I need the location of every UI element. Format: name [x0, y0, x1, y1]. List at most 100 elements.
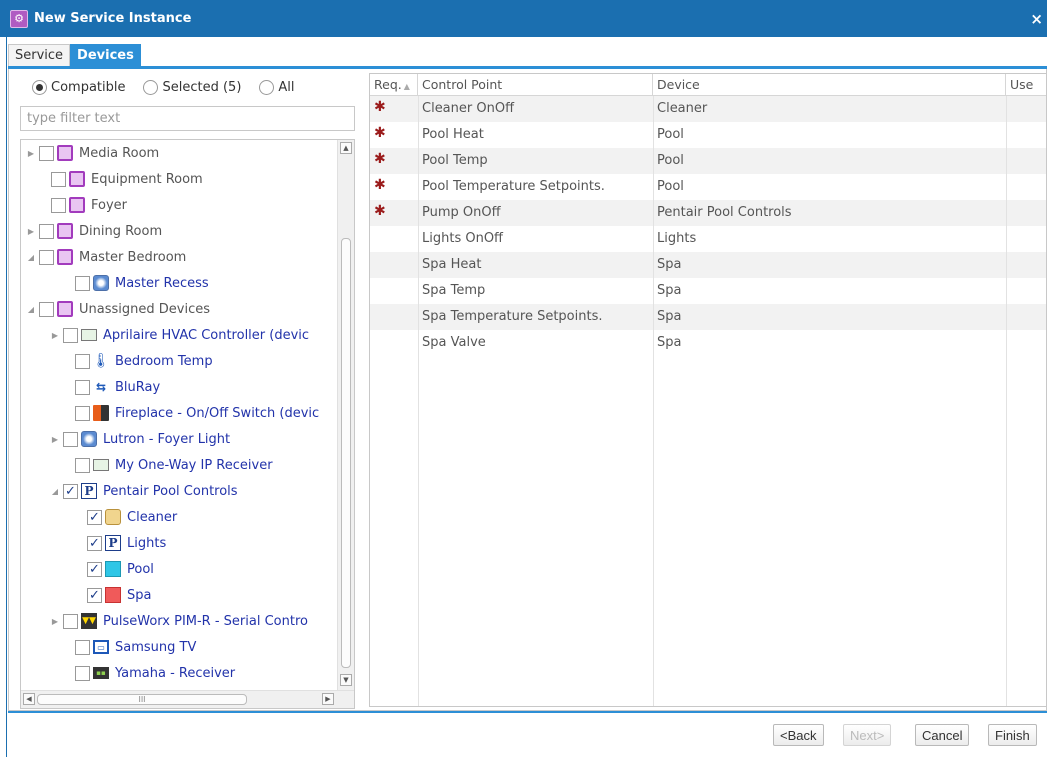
expand-arrow-icon[interactable]: ▶ — [49, 331, 61, 340]
tree-checkbox[interactable] — [75, 379, 90, 395]
tree-node[interactable]: ▶ Lutron - Foyer Light — [49, 426, 230, 452]
tree-checkbox[interactable] — [63, 327, 78, 343]
grid-row[interactable]: ✱ Cleaner OnOff Cleaner — [370, 96, 1046, 122]
grid-row[interactable]: ✱ Pool Temperature Setpoints. Pool — [370, 174, 1046, 200]
tree-node[interactable]: ◢ ✓ P Pentair Pool Controls — [49, 478, 238, 504]
expand-arrow-icon[interactable]: ▶ — [25, 227, 37, 236]
grid-row[interactable]: Lights OnOff Lights — [370, 226, 1046, 252]
grid-row[interactable]: Spa Heat Spa — [370, 252, 1046, 278]
tree-checkbox[interactable] — [39, 223, 54, 239]
radio-compatible[interactable]: Compatible — [32, 79, 125, 95]
use-cell[interactable] — [1006, 122, 1046, 148]
scroll-right-icon[interactable]: ▶ — [322, 693, 334, 705]
grid-row[interactable]: Spa Valve Spa — [370, 330, 1046, 356]
radio-selected[interactable]: Selected (5) — [143, 79, 241, 95]
collapse-arrow-icon[interactable]: ◢ — [25, 305, 37, 314]
column-header-use[interactable]: Use — [1006, 74, 1046, 95]
collapse-arrow-icon[interactable]: ◢ — [49, 487, 61, 496]
radio-all[interactable]: All — [259, 79, 295, 95]
expand-arrow-icon[interactable]: ▶ — [25, 149, 37, 158]
tree-checkbox[interactable]: ✓ — [87, 509, 102, 525]
tree-node[interactable]: Fireplace - On/Off Switch (devic — [61, 400, 319, 426]
back-button[interactable]: <Back — [773, 724, 824, 746]
use-cell[interactable] — [1006, 96, 1046, 122]
tree-checkbox[interactable] — [51, 171, 66, 187]
tree-checkbox[interactable] — [75, 405, 90, 421]
radio-button[interactable] — [143, 79, 159, 95]
tree-checkbox[interactable] — [75, 353, 90, 369]
tab-bar: Service Devices — [8, 44, 141, 66]
grid-row[interactable]: ✱ Pump OnOff Pentair Pool Controls — [370, 200, 1046, 226]
tree-node[interactable]: ▶ Aprilaire HVAC Controller (devic — [49, 322, 309, 348]
required-asterisk-icon: ✱ — [374, 177, 386, 193]
collapse-arrow-icon[interactable]: ◢ — [25, 253, 37, 262]
tree-checkbox[interactable]: ✓ — [87, 535, 102, 551]
tree-node[interactable]: ⇆ BluRay — [61, 374, 160, 400]
scroll-down-icon[interactable]: ▼ — [340, 674, 352, 686]
tree-node[interactable]: ▶ ▼▼ PulseWorx PIM-R - Serial Contro — [49, 608, 308, 634]
use-cell[interactable] — [1006, 148, 1046, 174]
tree-node[interactable]: ◢ Master Bedroom — [25, 244, 186, 270]
use-cell[interactable] — [1006, 304, 1046, 330]
grid-row[interactable]: Spa Temp Spa — [370, 278, 1046, 304]
tree-node[interactable]: ▪▪ Yamaha - Receiver — [61, 660, 235, 686]
scroll-left-icon[interactable]: ◀ — [23, 693, 35, 705]
tree-horizontal-scrollbar[interactable]: ◀ III ▶ — [21, 690, 354, 708]
tree-node[interactable]: ✓ Pool — [73, 556, 154, 582]
tree-node[interactable]: ✓ Cleaner — [73, 504, 177, 530]
scroll-thumb[interactable] — [341, 238, 351, 668]
tree-node[interactable]: My One-Way IP Receiver — [61, 452, 273, 478]
tree-node[interactable]: Equipment Room — [37, 166, 203, 192]
tab-service[interactable]: Service — [8, 44, 71, 66]
finish-button[interactable]: Finish — [988, 724, 1037, 746]
tree-node[interactable]: ◢ Unassigned Devices — [25, 296, 210, 322]
next-button[interactable]: Next> — [843, 724, 892, 746]
tree-checkbox[interactable] — [39, 249, 54, 265]
tree-checkbox[interactable] — [39, 301, 54, 317]
close-icon[interactable]: × — [1030, 10, 1043, 28]
cancel-button[interactable]: Cancel — [915, 724, 970, 746]
use-cell[interactable] — [1006, 226, 1046, 252]
tree-node[interactable]: ▶ Media Room — [25, 140, 159, 166]
tree-node[interactable]: ▭ Samsung TV — [61, 634, 196, 660]
spa-icon — [105, 587, 121, 603]
tree-checkbox[interactable] — [39, 145, 54, 161]
tree-checkbox[interactable]: ✓ — [87, 561, 102, 577]
scroll-up-icon[interactable]: ▲ — [340, 142, 352, 154]
use-cell[interactable] — [1006, 174, 1046, 200]
grid-row[interactable]: ✱ Pool Heat Pool — [370, 122, 1046, 148]
tree-checkbox[interactable] — [75, 639, 90, 655]
use-cell[interactable] — [1006, 278, 1046, 304]
column-header-control-point[interactable]: Control Point — [418, 74, 653, 95]
tree-checkbox[interactable] — [75, 275, 90, 291]
tree-vertical-scrollbar[interactable]: ▲ ▼ — [337, 140, 354, 690]
tree-checkbox[interactable]: ✓ — [87, 587, 102, 603]
radio-button[interactable] — [259, 79, 275, 95]
tree-checkbox[interactable]: ✓ — [63, 483, 78, 499]
grid-row[interactable]: ✱ Pool Temp Pool — [370, 148, 1046, 174]
radio-button[interactable] — [32, 79, 47, 95]
tree-node[interactable]: 🌡 Bedroom Temp — [61, 348, 213, 374]
tree-checkbox[interactable] — [75, 665, 90, 681]
use-cell[interactable] — [1006, 200, 1046, 226]
grid-row[interactable]: Spa Temperature Setpoints. Spa — [370, 304, 1046, 330]
scroll-thumb[interactable]: III — [37, 694, 247, 705]
tree-node[interactable]: ✓ P Lights — [73, 530, 166, 556]
tree-node[interactable]: ✓ Spa — [73, 582, 151, 608]
tree-node[interactable]: Foyer — [37, 192, 127, 218]
tree-node-label: Spa — [127, 587, 152, 603]
tree-node[interactable]: Master Recess — [61, 270, 209, 296]
use-cell[interactable] — [1006, 252, 1046, 278]
tab-devices[interactable]: Devices — [70, 44, 141, 66]
tree-checkbox[interactable] — [63, 431, 78, 447]
tree-checkbox[interactable] — [63, 613, 78, 629]
tree-checkbox[interactable] — [75, 457, 90, 473]
tree-checkbox[interactable] — [51, 197, 66, 213]
tree-node[interactable]: ▶ Dining Room — [25, 218, 162, 244]
column-header-device[interactable]: Device — [653, 74, 1006, 95]
expand-arrow-icon[interactable]: ▶ — [49, 435, 61, 444]
use-cell[interactable] — [1006, 330, 1046, 356]
filter-input[interactable] — [20, 106, 355, 131]
expand-arrow-icon[interactable]: ▶ — [49, 617, 61, 626]
column-header-req[interactable]: Req. ▲ — [370, 74, 418, 95]
